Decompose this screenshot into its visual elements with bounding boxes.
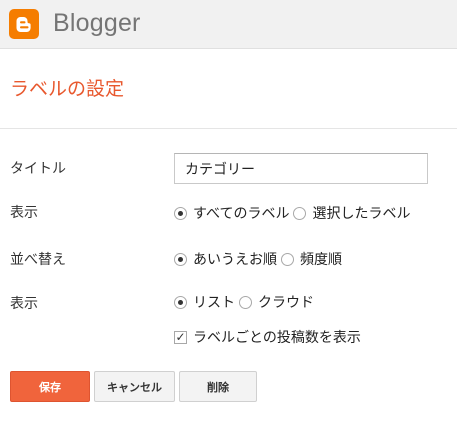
radio-selected-labels-label[interactable]: 選択したラベル <box>312 203 410 223</box>
radio-alphabetical-label[interactable]: あいうえお順 <box>193 249 277 269</box>
radio-list[interactable] <box>174 295 187 309</box>
radio-frequency-label[interactable]: 頻度順 <box>300 249 342 269</box>
divider <box>0 128 457 129</box>
radio-all-labels-label[interactable]: すべてのラベル <box>193 203 289 223</box>
sort-options: あいうえお順 頻度順 <box>174 249 342 269</box>
save-button[interactable]: 保存 <box>10 371 90 402</box>
radio-list-label[interactable]: リスト <box>193 292 235 312</box>
delete-button[interactable]: 削除 <box>179 371 257 402</box>
blogger-logo-icon[interactable] <box>9 9 39 39</box>
radio-frequency[interactable] <box>281 252 294 266</box>
show-counts-checkbox[interactable]: ✓ <box>174 330 187 344</box>
radio-cloud-label[interactable]: クラウド <box>258 292 314 312</box>
radio-all-labels[interactable] <box>174 206 187 220</box>
page-title: ラベルの設定 <box>10 78 125 100</box>
radio-cloud[interactable] <box>239 295 252 309</box>
style-label: 表示 <box>10 296 38 312</box>
radio-alphabetical[interactable] <box>174 252 187 266</box>
style-options: リスト クラウド <box>174 292 314 312</box>
display-options: すべてのラベル 選択したラベル <box>174 203 410 223</box>
brand-name[interactable]: Blogger <box>53 8 141 38</box>
cancel-button[interactable]: キャンセル <box>94 371 175 402</box>
display-label: 表示 <box>10 205 38 221</box>
title-field-label: タイトル <box>10 161 66 177</box>
show-counts-label[interactable]: ラベルごとの投稿数を表示 <box>193 327 361 347</box>
top-bar: Blogger <box>0 0 457 49</box>
show-counts-row: ✓ ラベルごとの投稿数を表示 <box>174 327 361 347</box>
sort-label: 並べ替え <box>10 252 66 268</box>
radio-selected-labels[interactable] <box>293 206 307 220</box>
title-input[interactable] <box>174 153 428 184</box>
